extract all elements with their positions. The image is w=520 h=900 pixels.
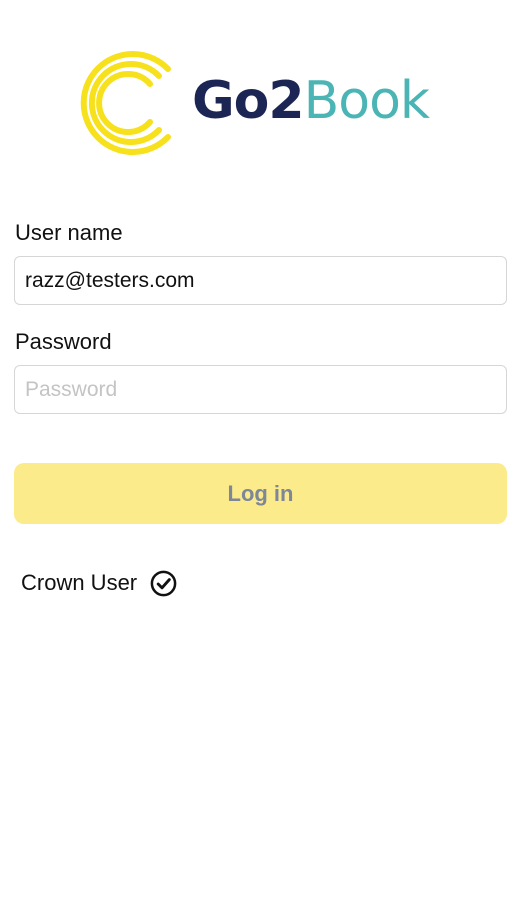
- login-button[interactable]: Log in: [14, 463, 507, 524]
- brand-name-part-book: Book: [303, 71, 430, 131]
- concentric-c-icon: [80, 51, 171, 155]
- brand-name: Go2Book: [192, 68, 430, 134]
- crown-user-toggle[interactable]: Crown User: [21, 566, 178, 600]
- password-label: Password: [15, 329, 112, 354]
- password-field[interactable]: [14, 365, 507, 414]
- brand-name-part-go2: Go2: [192, 71, 305, 131]
- username-field[interactable]: [14, 256, 507, 305]
- username-label: User name: [15, 220, 123, 245]
- check-circle-icon[interactable]: [149, 569, 178, 598]
- app-logo: Go2Book: [62, 42, 482, 164]
- crown-user-label: Crown User: [21, 570, 138, 595]
